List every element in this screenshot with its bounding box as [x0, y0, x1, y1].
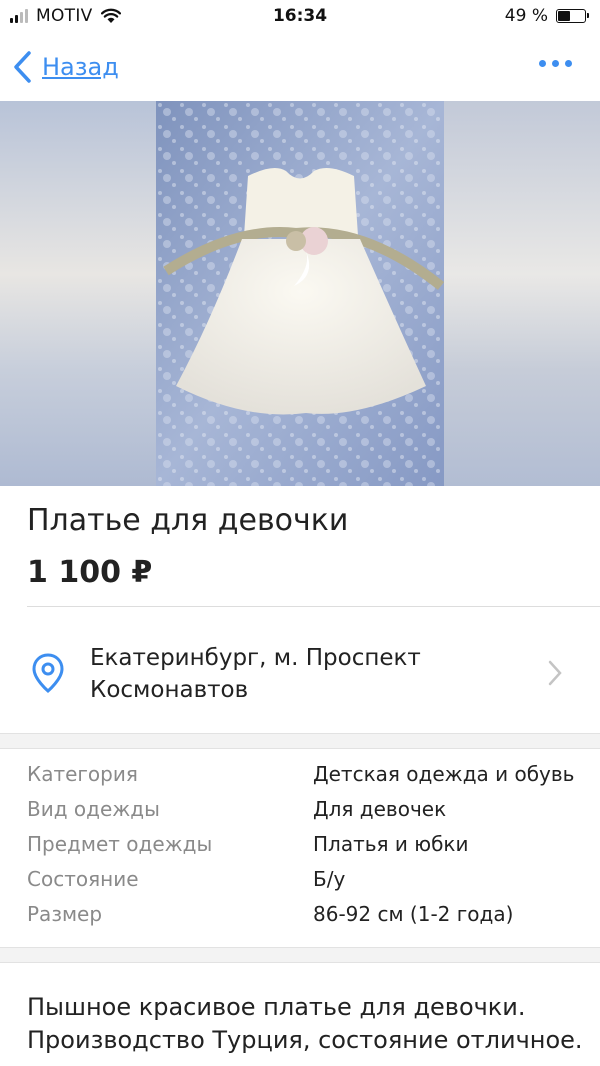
- more-dot: [565, 60, 572, 67]
- listing-photo-gallery[interactable]: [0, 101, 600, 486]
- spec-value: Платья и юбки: [313, 832, 469, 856]
- spec-label: Состояние: [27, 867, 139, 891]
- photo-blurred-edge: [0, 101, 156, 486]
- listing-title: Платье для девочки: [27, 503, 349, 538]
- chevron-right-icon: [548, 660, 562, 686]
- spec-value: 86-92 см (1-2 года): [313, 902, 514, 926]
- battery-fill: [558, 11, 570, 21]
- spec-value: Для девочек: [313, 797, 447, 821]
- back-label: Назад: [42, 53, 119, 81]
- spec-row: Вид одежды Для девочек: [0, 793, 600, 828]
- chevron-left-icon: [14, 51, 31, 83]
- more-dot: [552, 60, 559, 67]
- specs-table: Категория Детская одежда и обувь Вид оде…: [0, 758, 600, 933]
- status-right: 49 %: [504, 6, 589, 26]
- spec-row: Размер 86-92 см (1-2 года): [0, 898, 600, 933]
- spec-label: Размер: [27, 902, 103, 926]
- more-button[interactable]: [533, 60, 572, 67]
- spec-label: Вид одежды: [27, 797, 160, 821]
- section-separator: [0, 947, 600, 963]
- listing-price: 1 100 ₽: [27, 555, 153, 590]
- location-row[interactable]: Екатеринбург, м. Проспект Космонавтов: [0, 607, 600, 733]
- status-bar: MOTIV 16:34 49 %: [0, 0, 600, 36]
- spec-row: Состояние Б/у: [0, 863, 600, 898]
- location-text: Екатеринбург, м. Проспект Космонавтов: [90, 645, 421, 703]
- battery-icon: [556, 9, 589, 23]
- spec-label: Категория: [27, 762, 138, 786]
- spec-row: Предмет одежды Платья и юбки: [0, 828, 600, 863]
- photo-blurred-edge: [444, 101, 600, 486]
- battery-percent: 49 %: [504, 6, 548, 26]
- nav-bar: Назад: [0, 36, 600, 100]
- section-separator: [0, 733, 600, 749]
- more-dot: [539, 60, 546, 67]
- spec-row: Категория Детская одежда и обувь: [0, 758, 600, 793]
- map-pin-icon: [32, 653, 64, 693]
- listing-description: Пышное красивое платье для девочки. Прои…: [27, 993, 583, 1054]
- spec-label: Предмет одежды: [27, 832, 213, 856]
- spec-value: Б/у: [313, 867, 346, 891]
- back-button[interactable]: Назад: [12, 50, 119, 84]
- dress-photo[interactable]: [156, 101, 444, 486]
- spec-value: Детская одежда и обувь: [313, 762, 575, 786]
